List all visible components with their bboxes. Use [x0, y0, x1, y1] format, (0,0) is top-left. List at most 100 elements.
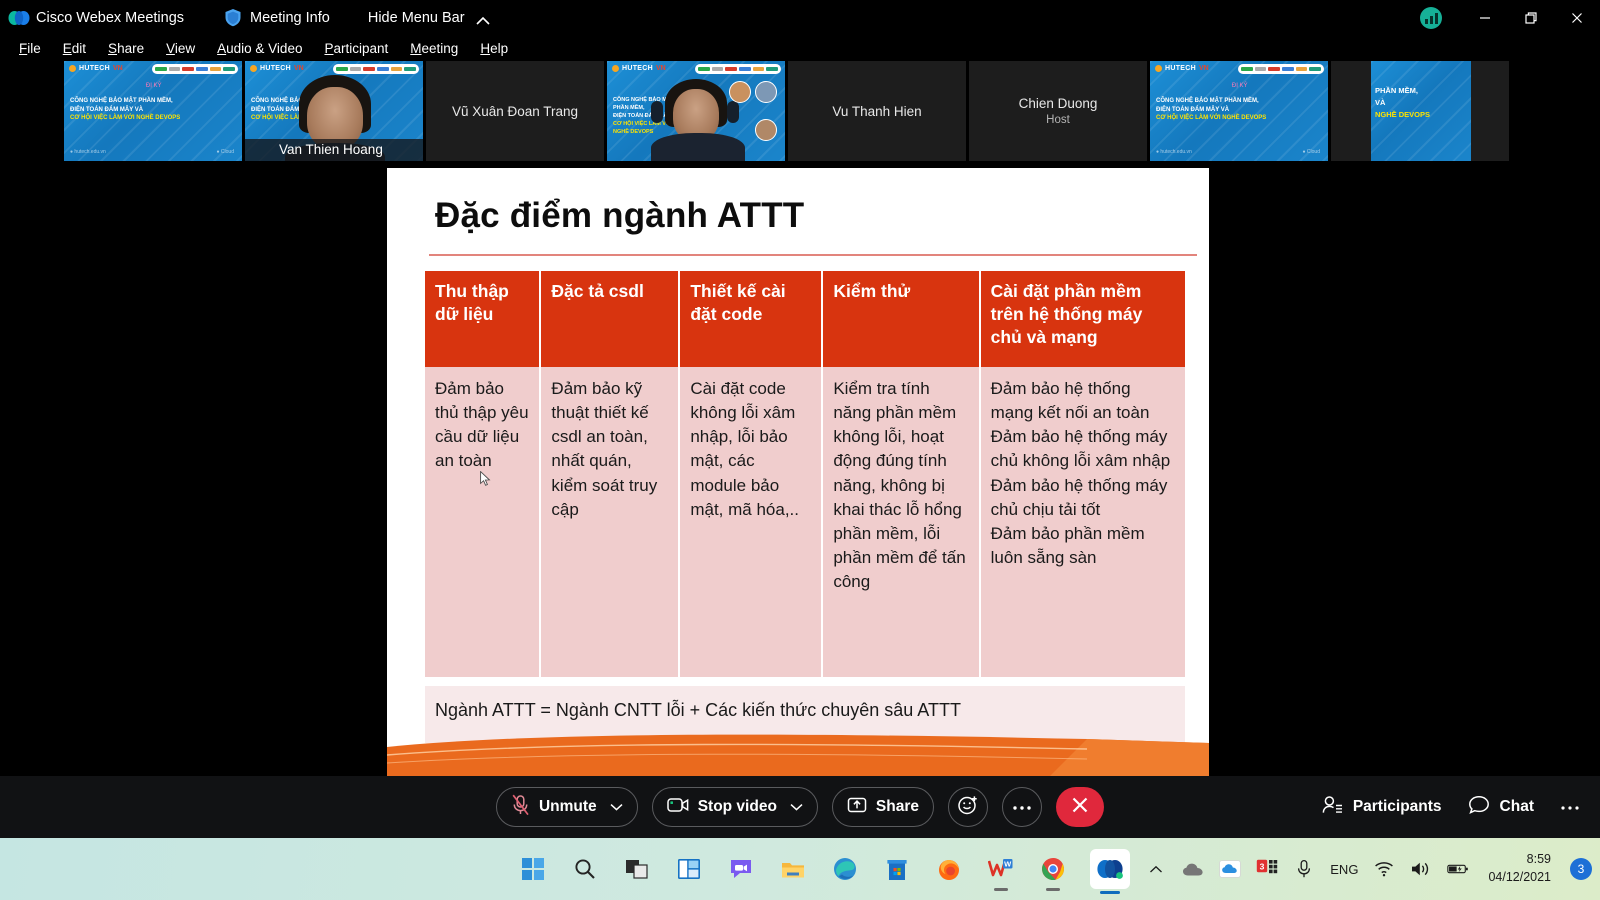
onedrive-gray-icon[interactable]: [1182, 858, 1204, 880]
menu-participant[interactable]: Participant: [313, 39, 399, 58]
wps-office-icon[interactable]: W: [986, 854, 1016, 884]
svg-text:3: 3: [1260, 861, 1265, 871]
share-button[interactable]: Share: [831, 787, 935, 827]
thumbnail-name-label: Chien Duong Host: [1018, 96, 1098, 126]
shared-content-stage: Đặc điểm ngành ATTT Thu thập dữ liệu Đặc…: [0, 163, 1600, 779]
stop-video-button[interactable]: Stop video: [651, 787, 818, 827]
microphone-muted-icon: [511, 794, 530, 821]
more-options-button[interactable]: [1002, 787, 1043, 827]
notification-badge[interactable]: 3: [1570, 858, 1592, 880]
clock-time: 8:59: [1526, 852, 1551, 867]
unmute-button[interactable]: Unmute: [495, 787, 638, 827]
table-header-cell: Cài đặt phần mềm trên hệ thống máy chủ v…: [979, 271, 1185, 367]
widgets-icon[interactable]: [674, 854, 704, 884]
thumbnail-slide-presenter[interactable]: HUTECH VN CÔNG NGHỆ BẢO MẬT PHẦN MỀM, ĐIỆ…: [607, 61, 785, 161]
thumbnail-slide-2[interactable]: HUTECH VN ĐỊ KÝ CÔNG NGHỆ BẢO MẬT PHẦN MỀ…: [1150, 61, 1328, 161]
menu-file[interactable]: File: [8, 39, 52, 58]
language-indicator[interactable]: ENG: [1330, 862, 1358, 877]
share-screen-icon: [847, 796, 867, 819]
windows-taskbar: W 3 ENG 8:59 04/12/2021 3: [0, 838, 1600, 900]
firefox-icon[interactable]: [934, 854, 964, 884]
chevron-up-icon[interactable]: [1145, 858, 1167, 880]
hide-menu-bar-label: Hide Menu Bar: [367, 9, 465, 26]
menu-audio-video[interactable]: Audio & Video: [206, 39, 313, 58]
participant-thumbnail-strip[interactable]: HUTECH VN ĐỊ KÝ CÔNG NGHỆ BẢO MẬT PHẦN MỀ…: [0, 61, 1600, 163]
reactions-smiley-icon: [957, 794, 979, 821]
onedrive-blue-icon[interactable]: [1219, 858, 1242, 880]
table-header-cell: Thu thập dữ liệu: [425, 271, 542, 367]
table-row: Đảm bảo thủ thập yêu cầu dữ liệu an toàn…: [425, 367, 1185, 677]
presentation-slide: Đặc điểm ngành ATTT Thu thập dữ liệu Đặc…: [387, 168, 1209, 779]
chat-bubble-icon: [1468, 795, 1490, 820]
chrome-icon[interactable]: [1038, 854, 1068, 884]
thumbnail-chien-duong-host[interactable]: Chien Duong Host: [969, 61, 1147, 161]
slide-title: Đặc điểm ngành ATTT: [435, 196, 805, 235]
window-title-bar: Cisco Webex Meetings Meeting Info Hide M…: [0, 0, 1600, 35]
file-explorer-icon[interactable]: [778, 854, 808, 884]
task-view-icon[interactable]: [622, 854, 652, 884]
thumbnail-name-label: Van Thien Hoang: [245, 139, 423, 161]
menu-share[interactable]: Share: [97, 39, 155, 58]
table-header-row: Thu thập dữ liệu Đặc tả csdl Thiết kế cà…: [425, 271, 1185, 367]
microsoft-store-icon[interactable]: [882, 854, 912, 884]
host-role-label: Host: [1046, 114, 1070, 126]
teams-chat-icon[interactable]: [726, 854, 756, 884]
thumbnail-slide-cropped[interactable]: PHẦN MỀM, VÀ NGHỀ DEVOPS: [1331, 61, 1509, 161]
start-icon[interactable]: [518, 854, 548, 884]
search-icon[interactable]: [570, 854, 600, 884]
thumbnail-slide-1[interactable]: HUTECH VN ĐỊ KÝ CÔNG NGHỆ BẢO MẬT PHẦN MỀ…: [64, 61, 242, 161]
taskbar-clock[interactable]: 8:59 04/12/2021: [1488, 851, 1551, 887]
more-options-icon: [1560, 798, 1580, 816]
slide-table: Thu thập dữ liệu Đặc tả csdl Thiết kế cà…: [425, 271, 1185, 677]
wifi-icon[interactable]: [1373, 858, 1395, 880]
shield-icon: [224, 8, 242, 27]
table-header-cell: Đặc tả csdl: [540, 271, 681, 367]
chat-label: Chat: [1499, 798, 1534, 815]
table-cell: Kiểm tra tính năng phần mềm không lỗi, h…: [822, 367, 981, 677]
chevron-down-icon[interactable]: [790, 798, 803, 816]
svg-text:W: W: [1004, 860, 1012, 869]
network-quality-icon[interactable]: [1420, 6, 1442, 29]
hide-menu-bar-button[interactable]: Hide Menu Bar: [368, 10, 491, 26]
meeting-control-bar: Unmute Stop video Share Participants Cha…: [0, 776, 1600, 838]
table-cell: Đảm bảo kỹ thuật thiết kế csdl an toàn, …: [540, 367, 681, 677]
share-label: Share: [875, 798, 920, 815]
menu-help[interactable]: Help: [469, 39, 519, 58]
chevron-up-icon: [475, 13, 491, 25]
table-cell: Cài đặt code không lỗi xâm nhập, lỗi bảo…: [679, 367, 824, 677]
volume-icon[interactable]: [1410, 858, 1432, 880]
chat-button[interactable]: Chat: [1468, 795, 1534, 820]
close-button[interactable]: [1554, 0, 1600, 35]
more-controls-button[interactable]: [1560, 798, 1580, 816]
restore-button[interactable]: [1508, 0, 1554, 35]
webex-icon[interactable]: [1090, 849, 1130, 889]
thumbnail-name-label: Vũ Xuân Đoan Trang: [451, 103, 579, 119]
webex-meeting-window: Cisco Webex Meetings Meeting Info Hide M…: [0, 0, 1600, 900]
meeting-info-button[interactable]: Meeting Info: [224, 8, 330, 27]
webex-logo-icon: [8, 7, 30, 29]
microphone-icon[interactable]: [1293, 858, 1315, 880]
end-meeting-button[interactable]: [1056, 787, 1105, 827]
unikey-icon[interactable]: 3: [1256, 858, 1278, 880]
thumbnail-vu-thanh-hien[interactable]: Vu Thanh Hien: [788, 61, 966, 161]
table-cell: Đảm bảo thủ thập yêu cầu dữ liệu an toàn: [425, 367, 542, 677]
menu-meeting[interactable]: Meeting: [399, 39, 469, 58]
minimize-button[interactable]: [1462, 0, 1508, 35]
menu-view[interactable]: View: [155, 39, 206, 58]
thumbnail-van-thien-hoang[interactable]: HUTECHVN CÔNG NGHỆ BẢO MẬT PHẦN MỀM, ĐIỆ…: [245, 61, 423, 161]
participants-button[interactable]: Participants: [1321, 795, 1442, 820]
stop-video-label: Stop video: [697, 798, 777, 815]
menu-bar: File Edit Share View Audio & Video Parti…: [0, 35, 1600, 61]
mini-slide-title: CÔNG NGHỆ BẢO MẬT PHẦN MỀM, ĐIỆN TOÁN ĐÁ…: [70, 98, 181, 122]
participants-label: Participants: [1352, 798, 1442, 815]
clock-date: 04/12/2021: [1488, 870, 1551, 884]
mouse-cursor-icon: [480, 470, 491, 487]
edge-icon[interactable]: [830, 854, 860, 884]
reactions-button[interactable]: [948, 787, 989, 827]
thumbnail-vu-xuan-doan-trang[interactable]: Vũ Xuân Đoan Trang: [426, 61, 604, 161]
menu-edit[interactable]: Edit: [52, 39, 97, 58]
slide-decoration: [387, 733, 1209, 779]
battery-charging-icon[interactable]: [1447, 858, 1469, 880]
thumbnail-name-label: Vu Thanh Hien: [832, 103, 922, 119]
chevron-down-icon[interactable]: [610, 798, 623, 816]
